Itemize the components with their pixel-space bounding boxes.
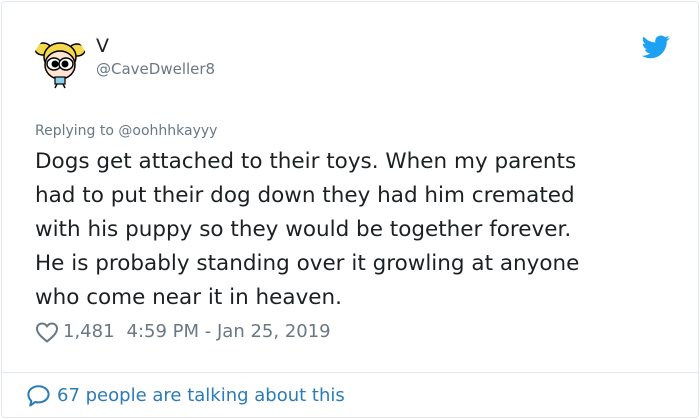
timestamp[interactable]: 4:59 PM - Jan 25, 2019 [127, 321, 331, 343]
author-display-name[interactable]: V [96, 35, 215, 57]
author-handle[interactable]: @CaveDweller8 [96, 60, 215, 78]
conversation-link[interactable]: 67 people are talking about this [26, 384, 345, 408]
conversation-text: 67 people are talking about this [57, 385, 345, 406]
avatar[interactable] [33, 35, 87, 89]
tweet-card: V @CaveDweller8 Replying to @oohhhkayyy … [1, 1, 699, 418]
heart-icon[interactable] [35, 321, 59, 343]
speech-bubble-icon [27, 385, 50, 407]
tweet-text: Dogs get attached to their toys. When my… [35, 149, 580, 310]
tweet-header: V @CaveDweller8 [33, 35, 673, 89]
twitter-bird-svg [641, 35, 670, 59]
twitter-bird-icon[interactable] [641, 35, 670, 59]
replying-to[interactable]: Replying to @oohhhkayyy [35, 122, 217, 140]
like-count[interactable]: 1,481 [63, 321, 115, 343]
author-names: V @CaveDweller8 [96, 35, 215, 78]
tweet-meta: 1,481 4:59 PM - Jan 25, 2019 [35, 320, 331, 344]
divider [2, 372, 698, 373]
powerpuff-girl-avatar-icon [33, 35, 87, 89]
